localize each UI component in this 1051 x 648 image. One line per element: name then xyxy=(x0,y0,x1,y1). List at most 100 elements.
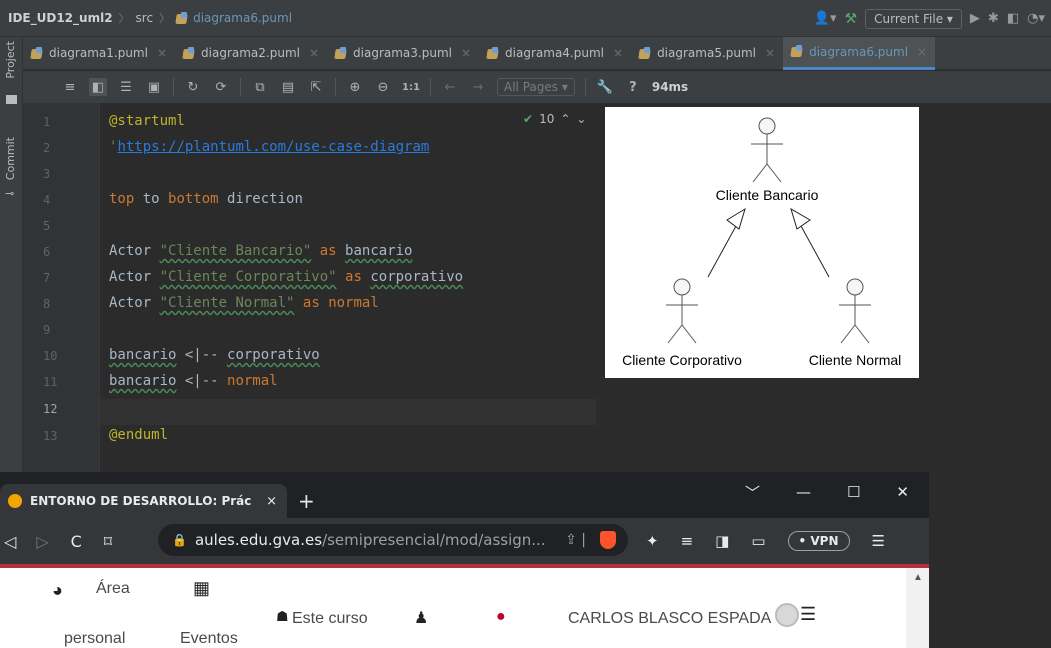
run-configuration-select[interactable]: Current File ▾ xyxy=(865,8,962,29)
chevron-up-icon[interactable]: ⌃ xyxy=(560,112,570,126)
nav-este-curso[interactable]: Este curso xyxy=(292,610,368,628)
sitemap-icon[interactable]: ☗ xyxy=(276,608,289,625)
zoom-out-icon[interactable]: ⊖ xyxy=(374,78,392,96)
vpn-button[interactable]: • VPN xyxy=(787,531,850,551)
copy-icon[interactable]: ⧉ xyxy=(251,78,269,96)
person-icon[interactable]: 👤▾ xyxy=(814,11,837,26)
tab-close-button[interactable]: × xyxy=(266,494,277,509)
preview-only-icon[interactable]: ▣ xyxy=(145,78,163,96)
close-icon[interactable]: × xyxy=(765,46,775,60)
close-icon[interactable]: × xyxy=(917,45,927,59)
wallet-icon[interactable]: ▭ xyxy=(751,532,765,550)
line-number: 4 xyxy=(43,193,51,207)
actor-label: Cliente Bancario xyxy=(716,187,819,203)
minimize-button[interactable]: — xyxy=(796,483,811,501)
save-icon[interactable]: ▤ xyxy=(279,78,297,96)
nav-area-personal-line1[interactable]: Área xyxy=(96,580,130,598)
nav-eventos[interactable]: Eventos xyxy=(180,630,238,648)
address-bar[interactable]: 🔒 aules.edu.gva.es/semipresencial/mod/as… xyxy=(158,524,628,556)
zoom-actual-button[interactable]: 1:1 xyxy=(402,78,420,96)
tab-diagrama6[interactable]: diagrama6.puml × xyxy=(783,36,936,70)
generalization-arrow-right xyxy=(790,207,830,278)
playlist-icon[interactable]: ≡ xyxy=(681,532,694,550)
breadcrumb-project[interactable]: IDE_UD12_uml2 xyxy=(8,11,113,25)
zoom-in-icon[interactable]: ⊕ xyxy=(346,78,364,96)
chevron-down-icon[interactable]: ⌄ xyxy=(576,112,586,126)
scrollbar[interactable]: ▲ xyxy=(906,568,929,648)
reload-icon[interactable]: C xyxy=(71,532,82,551)
share-icon[interactable]: ⇪ | xyxy=(565,532,586,548)
inspection-widget[interactable]: ✔ 10 ⌃ ⌄ xyxy=(523,112,586,126)
site-favicon xyxy=(8,494,22,508)
profile-icon[interactable]: ◔▾ xyxy=(1027,11,1045,26)
close-icon[interactable]: × xyxy=(157,46,167,60)
gauge-icon[interactable]: ◕ xyxy=(52,580,63,601)
close-icon[interactable]: × xyxy=(613,46,623,60)
pages-select[interactable]: All Pages ▾ xyxy=(497,78,575,96)
plantuml-toolbar: ≡ ◧ ☰ ▣ ↻ ⟳ ⧉ ▤ ⇱ ⊕ ⊖ 1:1 ← → All Pages … xyxy=(23,71,1051,103)
arrow-right-icon[interactable]: → xyxy=(469,78,487,96)
operator: <|-- xyxy=(176,373,228,389)
external-link-icon[interactable]: ⇱ xyxy=(307,78,325,96)
close-icon[interactable]: × xyxy=(461,46,471,60)
render-timing: 94ms xyxy=(651,80,689,94)
coverage-icon[interactable]: ◧ xyxy=(1007,11,1019,26)
close-icon[interactable]: × xyxy=(309,46,319,60)
chevron-right-icon: 〉 xyxy=(159,12,171,25)
breadcrumb-folder[interactable]: src xyxy=(136,11,154,25)
commit-icon: ⊸ xyxy=(5,187,15,200)
tab-diagrama4[interactable]: diagrama4.puml × xyxy=(479,37,631,70)
code-line-4: top to bottom direction xyxy=(109,191,303,207)
brave-shield-icon[interactable] xyxy=(600,531,616,549)
maximize-button[interactable]: ☐ xyxy=(847,483,860,501)
split-view-icon[interactable]: ◧ xyxy=(89,78,107,96)
editor-only-icon[interactable]: ≡ xyxy=(61,78,79,96)
help-button[interactable]: ? xyxy=(624,78,642,96)
bell-icon[interactable]: ♟ xyxy=(414,608,428,628)
browser-tab-strip: ENTORNO DE DESARROLLO: Prác × + ﹀ — ☐ ✕ xyxy=(0,472,929,518)
menu-toggle-icon[interactable]: ☰ xyxy=(800,604,816,625)
horizontal-split-icon[interactable]: ☰ xyxy=(117,78,135,96)
avatar-icon[interactable] xyxy=(775,603,799,627)
tab-diagrama3[interactable]: diagrama3.puml × xyxy=(327,37,479,70)
hammer-icon[interactable]: ⚒ xyxy=(845,11,858,27)
sidebar-icon[interactable]: ◨ xyxy=(715,532,729,550)
forward-icon[interactable]: ▷ xyxy=(36,532,48,551)
window-controls: ﹀ — ☐ ✕ xyxy=(745,472,929,512)
reload-icon[interactable]: ⟳ xyxy=(212,78,230,96)
refresh-icon[interactable]: ↻ xyxy=(184,78,202,96)
menu-icon[interactable]: ☰ xyxy=(872,532,885,550)
code-editor[interactable]: 1 2 3 4 5 6 7 8 9 10 11 12 13 @startuml … xyxy=(23,103,596,478)
code-line-10: bancario <|-- corporativo xyxy=(109,347,320,363)
chat-icon[interactable]: ● xyxy=(496,608,506,626)
tab-diagrama2[interactable]: diagrama2.puml × xyxy=(175,37,327,70)
project-tool-button[interactable]: Project xyxy=(4,41,17,79)
arrow-left-icon[interactable]: ← xyxy=(441,78,459,96)
alias: corporativo xyxy=(227,347,320,363)
run-icon[interactable]: ▶ xyxy=(970,11,980,26)
tab-diagrama5[interactable]: diagrama5.puml × xyxy=(631,37,783,70)
lock-icon[interactable]: 🔒 xyxy=(172,533,187,547)
bookmark-icon[interactable]: ⌑ xyxy=(104,532,112,551)
breadcrumb-file[interactable]: diagrama6.puml xyxy=(193,11,292,25)
actor-cliente-normal xyxy=(839,278,871,344)
scroll-up-icon[interactable]: ▲ xyxy=(913,572,923,583)
puzzle-icon[interactable]: ✦ xyxy=(646,532,659,550)
back-icon[interactable]: ◁ xyxy=(4,532,16,551)
url-link[interactable]: https://plantuml.com/use-case-diagram xyxy=(117,139,429,155)
wrench-icon[interactable]: 🔧 xyxy=(596,78,614,96)
close-window-button[interactable]: ✕ xyxy=(896,483,909,501)
debug-icon[interactable]: ✱ xyxy=(988,11,999,26)
line-number: 7 xyxy=(43,271,51,285)
code-text: Actor xyxy=(109,243,152,259)
calendar-icon[interactable]: ▦ xyxy=(193,578,210,599)
line-number: 5 xyxy=(43,219,51,233)
commit-tool-button[interactable]: Commit xyxy=(4,137,17,180)
tab-diagrama1[interactable]: diagrama1.puml × xyxy=(23,37,175,70)
browser-tab[interactable]: ENTORNO DE DESARROLLO: Prác × xyxy=(0,484,287,518)
new-tab-button[interactable]: + xyxy=(298,489,315,513)
separator xyxy=(430,78,431,96)
user-name[interactable]: CARLOS BLASCO ESPADA xyxy=(568,610,771,628)
nav-area-personal-line2[interactable]: personal xyxy=(64,630,125,648)
tab-search-button[interactable]: ﹀ xyxy=(745,482,760,503)
